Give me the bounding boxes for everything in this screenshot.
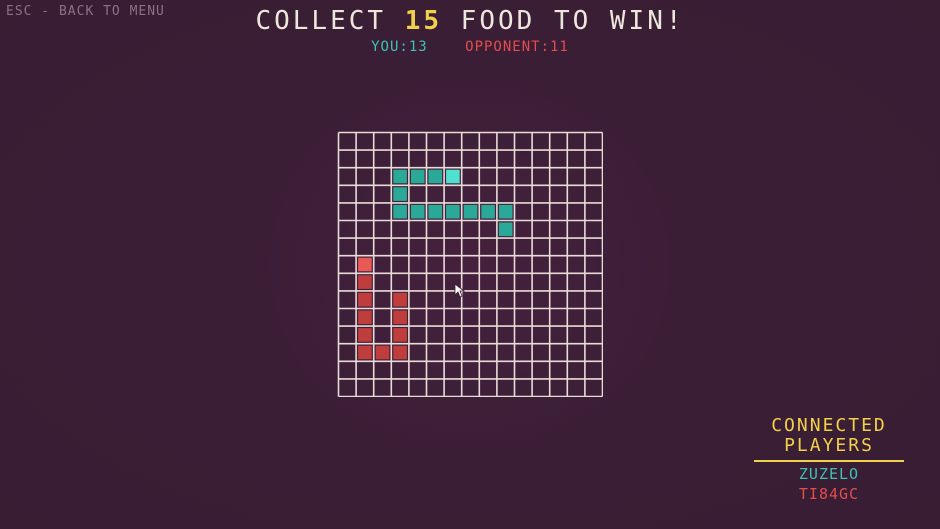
opponent-snake-body-segment — [358, 328, 372, 342]
player-snake-body-segment — [393, 204, 407, 219]
connected-players-heading: CONNECTED PLAYERS — [754, 416, 904, 462]
player-snake-body-segment — [428, 204, 443, 219]
opponent-snake-body-segment — [358, 275, 372, 289]
player-name-1: ZUZELO — [798, 465, 860, 483]
title-suffix: FOOD TO WIN! — [460, 6, 685, 36]
opponent-snake-head — [358, 257, 372, 272]
opponent-snake-body-segment — [358, 345, 372, 360]
player-name-2: TI84GC — [798, 485, 860, 503]
opponent-snake-body-segment — [393, 310, 407, 325]
page-title: COLLECT 15 FOOD TO WIN! — [0, 6, 940, 36]
player-snake-body-segment — [498, 222, 513, 237]
heading-line-1: CONNECTED — [771, 415, 887, 436]
opponent-snake-body-segment — [358, 310, 372, 325]
player-snake-body-segment — [393, 169, 407, 184]
player-snake-body-segment — [393, 187, 407, 201]
player-snake-body-segment — [463, 204, 478, 219]
player-snake-body-segment — [410, 204, 425, 219]
player-snake-body-segment — [481, 204, 495, 219]
player-snake-body-segment — [410, 169, 425, 184]
score-line: YOU:13 OPPONENT:11 — [0, 39, 940, 55]
player-score: YOU:13 — [371, 39, 428, 55]
opponent-snake-body-segment — [393, 292, 407, 307]
opponent-snake-body-segment — [358, 292, 372, 307]
food-goal: 15 — [404, 6, 443, 36]
player-snake-body-segment — [498, 204, 513, 219]
player-snake-body-segment — [428, 169, 443, 184]
connected-players-panel: CONNECTED PLAYERS ZUZELO TI84GC — [754, 416, 904, 503]
opponent-snake-body-segment — [393, 328, 407, 342]
title-prefix: COLLECT — [255, 6, 387, 36]
mouse-cursor-icon — [454, 283, 466, 298]
game-board — [337, 131, 603, 397]
player-snake-head — [446, 169, 460, 184]
heading-line-2: PLAYERS — [784, 435, 874, 456]
opponent-snake-body-segment — [393, 345, 407, 360]
player-snake-body-segment — [446, 204, 460, 219]
opponent-score: OPPONENT:11 — [465, 39, 569, 55]
opponent-snake-body-segment — [375, 345, 390, 360]
